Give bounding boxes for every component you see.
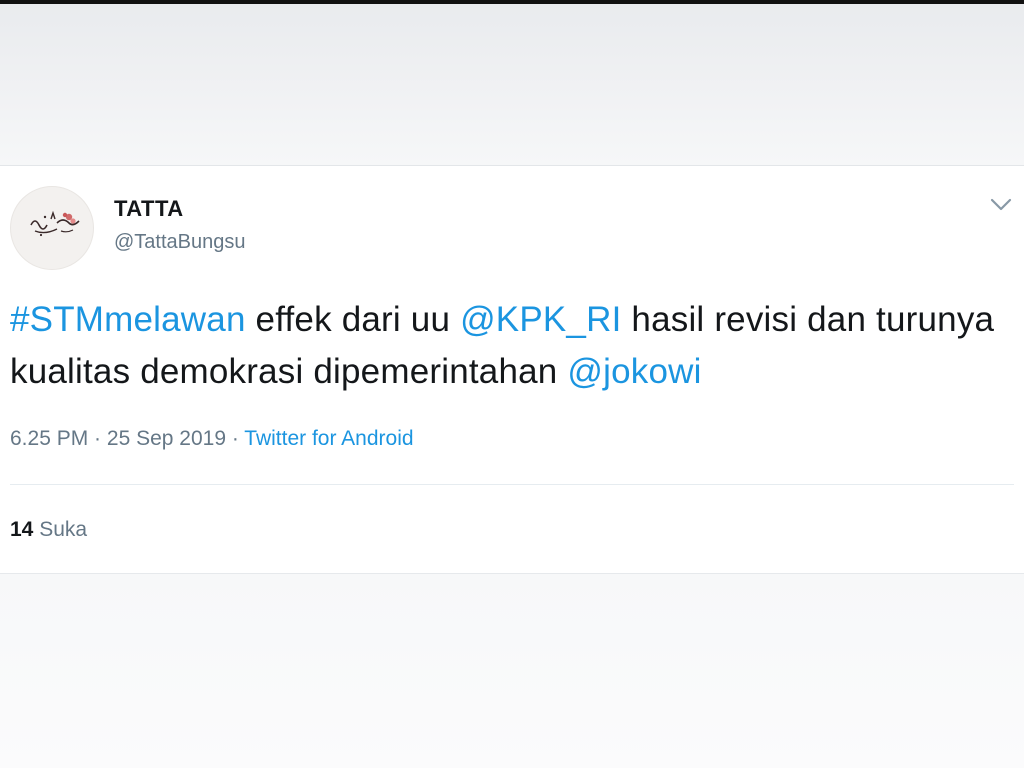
hashtag-link[interactable]: #STMmelawan <box>10 300 246 339</box>
user-handle[interactable]: @TattaBungsu <box>114 231 246 254</box>
tweet-text: #STMmelawan effek dari uu @KPK_RI hasil … <box>10 294 1010 398</box>
tweet-source-link[interactable]: Twitter for Android <box>244 427 413 450</box>
tweet-text-segment: effek dari uu <box>245 300 461 339</box>
chevron-down-icon[interactable] <box>986 192 1016 216</box>
avatar-calligraphy-icon <box>30 210 80 237</box>
likes-label: Suka <box>33 518 88 541</box>
tweet-card: TATTA @TattaBungsu #STMmelawan effek dar… <box>0 165 1024 574</box>
tweet-time[interactable]: 6.25 PM <box>10 427 88 450</box>
likes-stat[interactable]: 14 Suka <box>10 518 87 542</box>
background-top <box>0 4 1024 165</box>
tweet-date[interactable]: 25 Sep 2019 <box>107 427 226 450</box>
mention-link-kpk[interactable]: @KPK_RI <box>460 300 621 339</box>
tweet-metadata: 6.25 PM · 25 Sep 2019 · Twitter for Andr… <box>10 427 414 451</box>
meta-separator: · <box>88 427 107 450</box>
likes-count: 14 <box>10 518 34 541</box>
avatar[interactable] <box>10 186 94 270</box>
divider <box>10 484 1014 485</box>
mention-link-jokowi[interactable]: @jokowi <box>567 352 701 391</box>
display-name[interactable]: TATTA <box>114 196 184 222</box>
background-bottom <box>0 574 1024 768</box>
meta-separator: · <box>226 427 245 450</box>
